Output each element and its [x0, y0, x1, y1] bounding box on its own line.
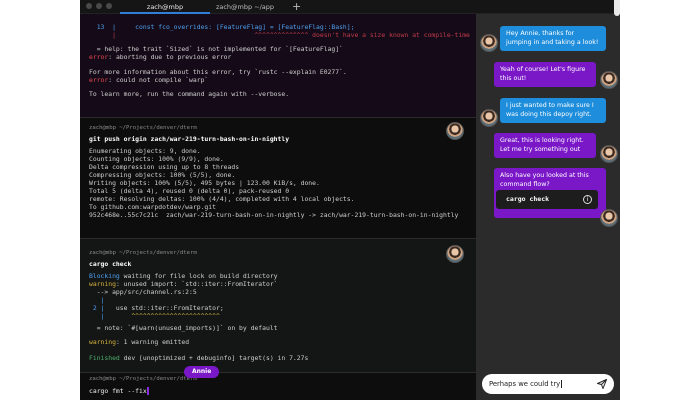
avatar	[600, 145, 618, 163]
block-prompt: zach@mbp ~/Projects/denver/dterm	[89, 250, 197, 256]
text-caret	[561, 380, 563, 388]
error-label: error	[89, 76, 109, 84]
chat-message: I just wanted to make sure I was doing t…	[500, 98, 606, 123]
tab-zach-mbp[interactable]: zach@mbp	[120, 0, 210, 14]
close-window-icon[interactable]	[86, 3, 92, 9]
shared-command-card[interactable]: cargo check i	[496, 190, 598, 209]
chat-input[interactable]: Perhaps we could try	[482, 374, 614, 394]
new-tab-plus-icon[interactable]: +	[292, 0, 301, 13]
note-line: = note: `#[warn(unused_imports)]` on by …	[89, 324, 278, 332]
help-line: = help: the trait `Sized` is not impleme…	[89, 45, 343, 53]
error-line: error: aborting due to previous error	[89, 53, 231, 61]
output-line: Writing objects: 100% (5/5), 495 bytes |…	[89, 179, 320, 187]
file-path: --> app/src/channel.rs:2:5	[89, 288, 197, 296]
warning-label: warning	[89, 338, 116, 346]
terminal-block-git-push[interactable]: zach@mbp ~/Projects/denver/dterm git pus…	[80, 118, 476, 239]
command-input[interactable]: cargo fmt --fix	[89, 387, 149, 395]
info-icon[interactable]: i	[583, 195, 592, 204]
code-carets: | ^^^^^^^^^^^^^^^^^^^^^^^	[89, 312, 220, 320]
blocking-label: Blocking	[89, 272, 120, 280]
terminal-blocks: 13 | const fco_overrides: [FeatureFlag] …	[80, 14, 476, 400]
output-line: warning: 1 warning emitted	[89, 338, 189, 346]
code-line: 2 | use std::iter::FromIterator;	[89, 304, 224, 312]
output-line: remote: Resolving deltas: 100% (4/4), co…	[89, 195, 355, 203]
line-number: 2 |	[89, 304, 105, 312]
block-command: git push origin zach/war-219-turn-bash-o…	[89, 135, 290, 143]
block-prompt: zach@mbp ~/Projects/denver/dterm	[89, 125, 197, 131]
output-line: Counting objects: 100% (9/9), done.	[89, 155, 224, 163]
output-line: Enumerating objects: 9, done.	[89, 147, 201, 155]
terminal-window: zach@mbp zach@mbp ~/app + 13 | const fco…	[80, 0, 620, 400]
finished-message: dev [unoptimized + debuginfo] target(s) …	[119, 354, 309, 362]
avatar	[446, 245, 464, 263]
error-carets: | ^^^^^^^^^^^^^^ doesn't have a size kno…	[89, 31, 470, 39]
window-controls	[86, 3, 112, 9]
minimize-window-icon[interactable]	[96, 3, 102, 9]
warning-label: warning	[89, 280, 116, 288]
output-line: Finished dev [unoptimized + debuginfo] t…	[89, 354, 308, 362]
output-line: Compressing objects: 100% (5/5), done.	[89, 171, 236, 179]
output-line: Blocking waiting for file lock on build …	[89, 272, 278, 280]
error-message: : aborting due to previous error	[108, 53, 232, 61]
chat-message: Great, this is looking right. Let me try…	[494, 133, 596, 158]
output-line: 952c468e..55c7c21c zach/war-219-turn-bas…	[89, 211, 459, 219]
avatar	[600, 71, 618, 89]
terminal-block-cargo-check[interactable]: zach@mbp ~/Projects/denver/dterm cargo c…	[80, 239, 476, 373]
send-icon[interactable]	[596, 378, 608, 390]
chat-message: Yeah of course! Let's figure this out!	[494, 62, 596, 87]
code-text: use std::iter::FromIterator;	[104, 304, 224, 312]
terminal-input-block[interactable]: zach@mbp ~/Projects/denver/dterm cargo f…	[80, 373, 476, 400]
output-line: warning: unused import: `std::iter::From…	[89, 280, 278, 288]
error-message: : could not compile `warp`	[108, 76, 209, 84]
finished-label: Finished	[89, 354, 120, 362]
warning-message: : unused import: `std::iter::FromIterato…	[115, 280, 278, 288]
avatar	[480, 109, 498, 127]
error-label: error	[89, 53, 109, 61]
command-input-text: cargo fmt --fix	[89, 387, 147, 395]
terminal-block-compile-error[interactable]: 13 | const fco_overrides: [FeatureFlag] …	[80, 14, 476, 118]
collaborator-label: Annie	[184, 366, 220, 378]
gutter: |	[89, 296, 105, 304]
maximize-window-icon[interactable]	[106, 3, 112, 9]
chat-panel: Hey Annie, thanks for jumping in and tak…	[476, 14, 620, 400]
code-line: 13 | const fco_overrides: [FeatureFlag] …	[89, 23, 355, 31]
blocking-message: waiting for file lock on build directory	[119, 272, 278, 280]
output-line: To github.com:warpdotdev/warp.git	[89, 203, 216, 211]
chat-input-text: Perhaps we could try	[489, 380, 561, 388]
scrollbar[interactable]	[614, 0, 620, 16]
error-line: error: could not compile `warp`	[89, 76, 208, 84]
tab-zach-mbp-app[interactable]: zach@mbp ~/app	[200, 0, 290, 14]
warning-summary: : 1 warning emitted	[115, 338, 190, 346]
tab-bar: zach@mbp zach@mbp ~/app +	[80, 0, 620, 14]
avatar	[480, 34, 498, 52]
output-line: Total 5 (delta 4), reused 0 (delta 0), p…	[89, 187, 290, 195]
chat-message: Hey Annie, thanks for jumping in and tak…	[500, 26, 606, 51]
explain-line: For more information about this error, t…	[89, 68, 347, 76]
input-prompt: zach@mbp ~/Projects/denver/dterm	[89, 376, 197, 382]
shared-command-text: cargo check	[506, 195, 550, 203]
verbose-hint: To learn more, run the command again wit…	[89, 90, 290, 98]
gutter: |	[89, 312, 105, 320]
chat-message-text: Also have you looked at this command flo…	[500, 172, 589, 188]
avatar	[446, 122, 464, 140]
collaborator-cursor	[146, 387, 149, 395]
output-line: Delta compression using up to 8 threads	[89, 163, 240, 171]
block-command: cargo check	[89, 260, 132, 268]
avatar	[600, 209, 618, 227]
caret-marks: ^^^^^^^^^^^^^^^^^^^^^^^	[104, 312, 220, 320]
